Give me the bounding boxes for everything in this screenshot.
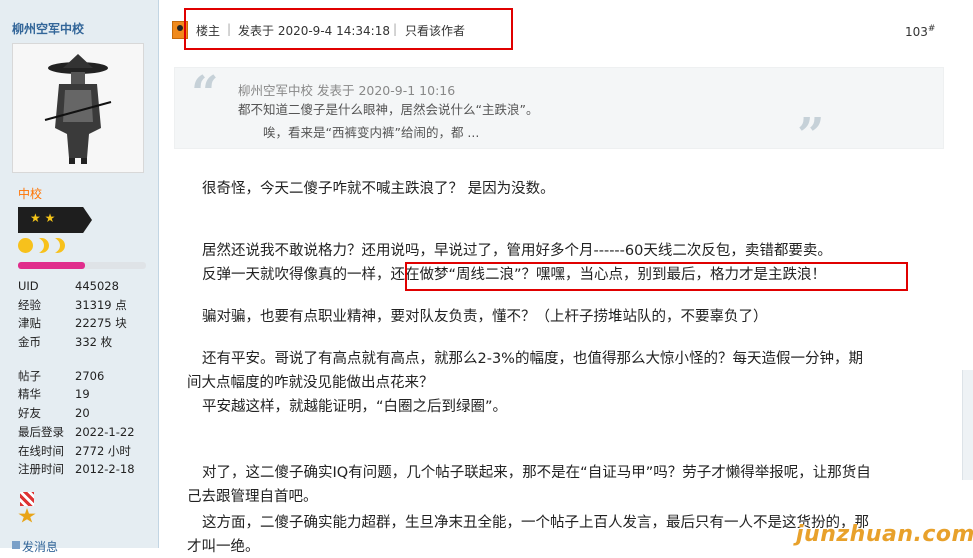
moon-icon: [50, 238, 65, 253]
highlight-box-header: [184, 8, 513, 50]
site-watermark: junzhuan.com: [796, 522, 973, 547]
rank-stars: ★ ★: [30, 211, 56, 225]
post-paragraph: 间大点幅度的咋就没见能做出点花来？: [187, 375, 434, 391]
stat-coins: 金币 332 枚: [18, 335, 113, 350]
highlight-box-text: [405, 262, 908, 291]
stat-last-login: 最后登录 2022-1-22: [18, 424, 135, 439]
close-quote-icon: ”: [797, 108, 825, 164]
level-icons: [18, 238, 65, 253]
post-paragraph: 骗对骗，也要有点职业精神，要对队友负责，懂不？（上杆子捞堆站队的，不要辜负了）: [202, 309, 768, 325]
stat-registered: 注册时间 2012-2-18: [18, 462, 135, 477]
quote-meta: 柳州空军中校 发表于 2020-9-1 10:16: [238, 83, 456, 98]
stat-experience: 经验 31319 点: [18, 297, 127, 312]
quote-text: 唉，看来是“西裤变内裤”给闹的，都 ...: [263, 125, 480, 140]
side-scroll-strip[interactable]: [962, 370, 973, 480]
stat-friends[interactable]: 好友 20: [18, 404, 153, 423]
sun-icon: [18, 238, 33, 253]
quote-text: 都不知道二傻子是什么眼神，居然会说什么“主跌浪”。: [238, 102, 539, 117]
user-sidebar: 柳州空军中校 中校 ★ ★ UID 445028 经验 31319 点 津贴 2227…: [0, 0, 159, 554]
post-paragraph: 才叫一绝。: [187, 539, 260, 555]
avatar-samurai-image: [44, 54, 112, 164]
post-paragraph: 对了，这二傻子确实IQ有问题，几个帖子联起来，那不是在“自证马甲”吗？劳子才懒得…: [202, 465, 871, 481]
stat-online-time: 在线时间 2772 小时: [18, 443, 131, 458]
send-message-link[interactable]: 发消息: [22, 538, 58, 555]
open-quote-icon: “: [191, 66, 219, 122]
moon-icon: [34, 238, 49, 253]
stat-allowance: 津贴 22275 块: [18, 316, 127, 331]
post-paragraph: 平安越这样，就越能证明，“白圈之后到绿圈”。: [202, 399, 508, 415]
stat-essence[interactable]: 精华 19: [18, 385, 153, 404]
post-paragraph: 居然还说我不敢说格力？还用说吗，早说过了，管用好多个月------60天线二次反…: [202, 243, 832, 259]
medal-icon[interactable]: [18, 492, 36, 528]
stat-uid: UID 445028: [18, 279, 119, 293]
experience-progress-fill: [18, 262, 85, 269]
stat-posts[interactable]: 帖子 2706: [18, 367, 153, 386]
quote-block: “ 柳州空军中校 发表于 2020-9-1 10:16 都不知道二傻子是什么眼神…: [174, 66, 944, 160]
post-paragraph: 己去跟管理自首吧。: [187, 489, 318, 505]
avatar[interactable]: [12, 43, 144, 173]
rank-insignia: ★ ★: [18, 207, 92, 233]
post-paragraph: 这方面，二傻子确实能力超群，生旦净末丑全能，一个帖子上百人发言，最后只有一人不是…: [202, 515, 869, 531]
rank-title: 中校: [18, 187, 43, 201]
experience-progress-bar: [18, 262, 146, 269]
username-link[interactable]: 柳州空军中校: [12, 20, 84, 37]
user-stats: UID 445028 经验 31319 点 津贴 22275 块 金币 332 枚 帖子…: [18, 277, 153, 479]
floor-number[interactable]: 103#: [905, 24, 935, 39]
post-paragraph: 很奇怪，今天二傻子咋就不喊主跌浪了？ 是因为没数。: [202, 181, 555, 197]
post-paragraph: 还有平安。哥说了有高点就有高点，就那么2-3%的幅度，也值得那么大惊小怪的？每天…: [202, 351, 863, 367]
